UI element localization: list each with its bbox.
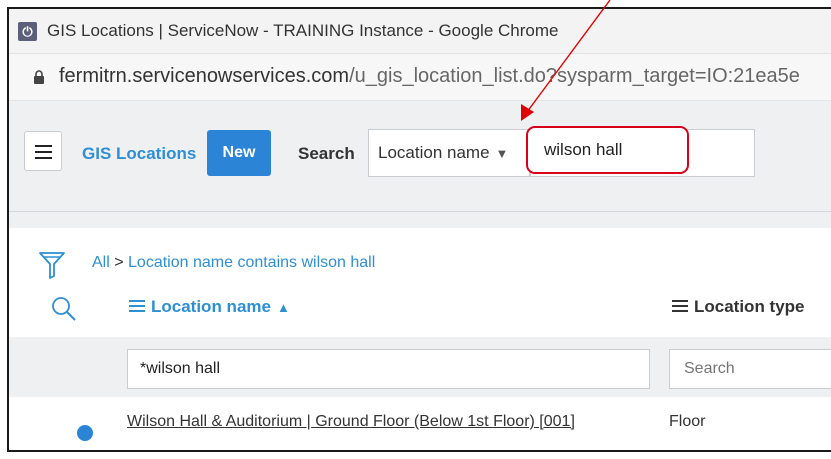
- sort-ascending-icon: ▲: [276, 300, 290, 315]
- location-type-filter-input[interactable]: [669, 349, 831, 389]
- row-location-name-link[interactable]: Wilson Hall & Auditorium | Ground Floor …: [127, 413, 575, 431]
- search-field-value: Location name: [378, 143, 490, 162]
- location-name-filter-input[interactable]: [127, 349, 650, 389]
- url-path: /u_gis_location_list.do?sysparm_target=I…: [349, 65, 800, 87]
- search-icon[interactable]: [51, 296, 77, 322]
- row-location-type: Floor: [669, 413, 706, 430]
- lock-icon: [34, 70, 44, 84]
- table-row: Wilson Hall & Auditorium | Ground Floor …: [9, 398, 831, 450]
- column-label: Location name: [151, 297, 271, 316]
- address-bar[interactable]: fermitrn.servicenowservices.com/u_gis_lo…: [9, 54, 831, 101]
- window-title: GIS Locations | ServiceNow - TRAINING In…: [47, 21, 559, 40]
- search-label: Search: [298, 144, 355, 163]
- header-divider: [9, 211, 831, 212]
- new-button[interactable]: New: [207, 130, 271, 176]
- column-header-location-type[interactable]: Location type: [672, 297, 805, 317]
- list-header: GIS Locations New Search Location name ▼: [9, 101, 831, 228]
- search-field-select[interactable]: Location name ▼: [368, 129, 530, 177]
- column-header-row: Location name ▲ Location type: [9, 284, 831, 336]
- breadcrumb-separator: >: [114, 254, 124, 271]
- breadcrumb-condition[interactable]: Location name contains wilson hall: [128, 254, 375, 271]
- column-menu-icon[interactable]: [672, 299, 688, 312]
- browser-window: ⏻ GIS Locations | ServiceNow - TRAINING …: [7, 7, 831, 452]
- row-status-dot: [77, 425, 93, 441]
- breadcrumb-all[interactable]: All: [92, 254, 110, 271]
- title-bar: ⏻ GIS Locations | ServiceNow - TRAINING …: [9, 9, 831, 54]
- url-text[interactable]: fermitrn.servicenowservices.com/u_gis_lo…: [59, 65, 800, 88]
- column-header-location-name[interactable]: Location name ▲: [129, 297, 290, 317]
- column-search-row: [9, 337, 831, 397]
- list-title[interactable]: GIS Locations: [82, 144, 196, 164]
- caret-down-icon: ▼: [495, 146, 509, 161]
- servicenow-app-icon: ⏻: [18, 22, 37, 41]
- filter-icon[interactable]: [39, 251, 65, 279]
- breadcrumb: All > Location name contains wilson hall: [92, 254, 375, 272]
- column-menu-icon[interactable]: [129, 299, 145, 312]
- breadcrumb-row: All > Location name contains wilson hall: [9, 229, 831, 283]
- url-host: fermitrn.servicenowservices.com: [59, 65, 350, 87]
- column-label: Location type: [694, 297, 805, 316]
- list-menu-button[interactable]: [24, 131, 62, 171]
- search-input[interactable]: [526, 126, 689, 174]
